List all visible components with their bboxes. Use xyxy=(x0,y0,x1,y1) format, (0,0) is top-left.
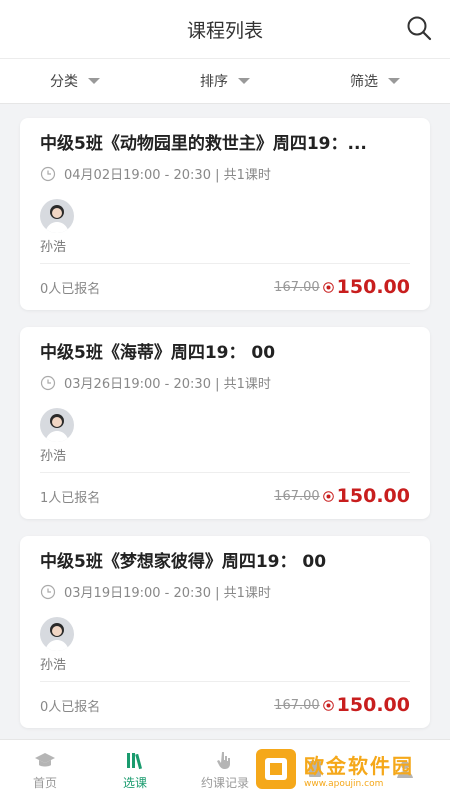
course-list: 中级5班《动物园里的救世主》周四19：... 04月02日19:00 - 20:… xyxy=(20,118,430,745)
card-footer: 0人已报名 167.00 150.00 xyxy=(40,263,410,310)
course-time: 03月19日19:00 - 20:30 | 共1课时 xyxy=(64,586,271,601)
watermark-text: 欧金软件园 www.apoujin.com xyxy=(304,750,414,789)
enrolled-count: 1人已报名 xyxy=(40,490,101,506)
filter-screen[interactable]: 筛选 xyxy=(300,59,450,103)
course-time-row: 04月02日19:00 - 20:30 | 共1课时 xyxy=(40,164,410,183)
clock-icon xyxy=(40,584,56,599)
avatar xyxy=(40,617,74,651)
hand-pointer-icon xyxy=(217,752,230,769)
avatar xyxy=(40,408,74,442)
avatar xyxy=(40,199,74,233)
teacher-name: 孙浩 xyxy=(40,240,67,255)
watermark: 欧金软件园 www.apoujin.com xyxy=(254,744,444,794)
caret-down-icon xyxy=(238,78,250,84)
tab-courses[interactable]: 选课 xyxy=(90,740,180,800)
tab-label: 首页 xyxy=(32,776,57,790)
watermark-url: www.apoujin.com xyxy=(304,778,384,789)
tab-label: 约课记录 xyxy=(200,776,249,790)
search-icon[interactable] xyxy=(406,15,432,41)
original-price: 167.00 xyxy=(274,279,320,295)
clock-icon xyxy=(40,375,56,390)
price-group: 167.00 150.00 xyxy=(274,485,410,507)
logo-icon xyxy=(256,749,296,789)
filter-label: 排序 xyxy=(200,74,228,90)
card-footer: 1人已报名 167.00 150.00 xyxy=(40,472,410,519)
course-time: 03月26日19:00 - 20:30 | 共1课时 xyxy=(64,377,271,392)
card-footer: 0人已报名 167.00 150.00 xyxy=(40,681,410,728)
filter-category[interactable]: 分类 xyxy=(0,59,150,103)
coin-icon xyxy=(322,281,334,293)
course-time: 04月02日19:00 - 20:30 | 共1课时 xyxy=(64,168,271,183)
filter-label: 分类 xyxy=(50,74,78,90)
teacher-name: 孙浩 xyxy=(40,449,67,464)
current-price: 150.00 xyxy=(336,276,410,298)
enrolled-count: 0人已报名 xyxy=(40,281,101,297)
graduation-cap-icon xyxy=(35,753,55,767)
filter-sort[interactable]: 排序 xyxy=(150,59,300,103)
course-title: 中级5班《动物园里的救世主》周四19：... xyxy=(40,134,367,154)
price-group: 167.00 150.00 xyxy=(274,694,410,716)
course-card[interactable]: 中级5班《海蒂》周四19： 00 03月26日19:00 - 20:30 | 共… xyxy=(20,327,430,519)
tab-label: 选课 xyxy=(122,776,147,790)
filter-bar: 分类 排序 筛选 xyxy=(0,59,450,104)
course-time-row: 03月19日19:00 - 20:30 | 共1课时 xyxy=(40,582,410,601)
clock-icon xyxy=(40,166,56,181)
page-title: 课程列表 xyxy=(186,19,263,42)
tab-home[interactable]: 首页 xyxy=(0,740,90,800)
course-title: 中级5班《海蒂》周四19： 00 xyxy=(40,343,276,363)
course-time-row: 03月26日19:00 - 20:30 | 共1课时 xyxy=(40,373,410,392)
current-price: 150.00 xyxy=(336,694,410,716)
top-bar: 课程列表 xyxy=(0,0,450,59)
enrolled-count: 0人已报名 xyxy=(40,699,101,715)
original-price: 167.00 xyxy=(274,697,320,713)
original-price: 167.00 xyxy=(274,488,320,504)
course-card[interactable]: 中级5班《动物园里的救世主》周四19：... 04月02日19:00 - 20:… xyxy=(20,118,430,310)
watermark-name: 欧金软件园 xyxy=(304,753,414,778)
caret-down-icon xyxy=(88,78,100,84)
filter-label: 筛选 xyxy=(350,74,378,90)
books-icon xyxy=(127,753,143,770)
course-title: 中级5班《梦想家彼得》周四19： 00 xyxy=(40,552,327,572)
caret-down-icon xyxy=(388,78,400,84)
coin-icon xyxy=(322,490,334,502)
current-price: 150.00 xyxy=(336,485,410,507)
teacher-name: 孙浩 xyxy=(40,658,67,673)
course-card[interactable]: 中级5班《梦想家彼得》周四19： 00 03月19日19:00 - 20:30 … xyxy=(20,536,430,728)
price-group: 167.00 150.00 xyxy=(274,276,410,298)
coin-icon xyxy=(322,699,334,711)
